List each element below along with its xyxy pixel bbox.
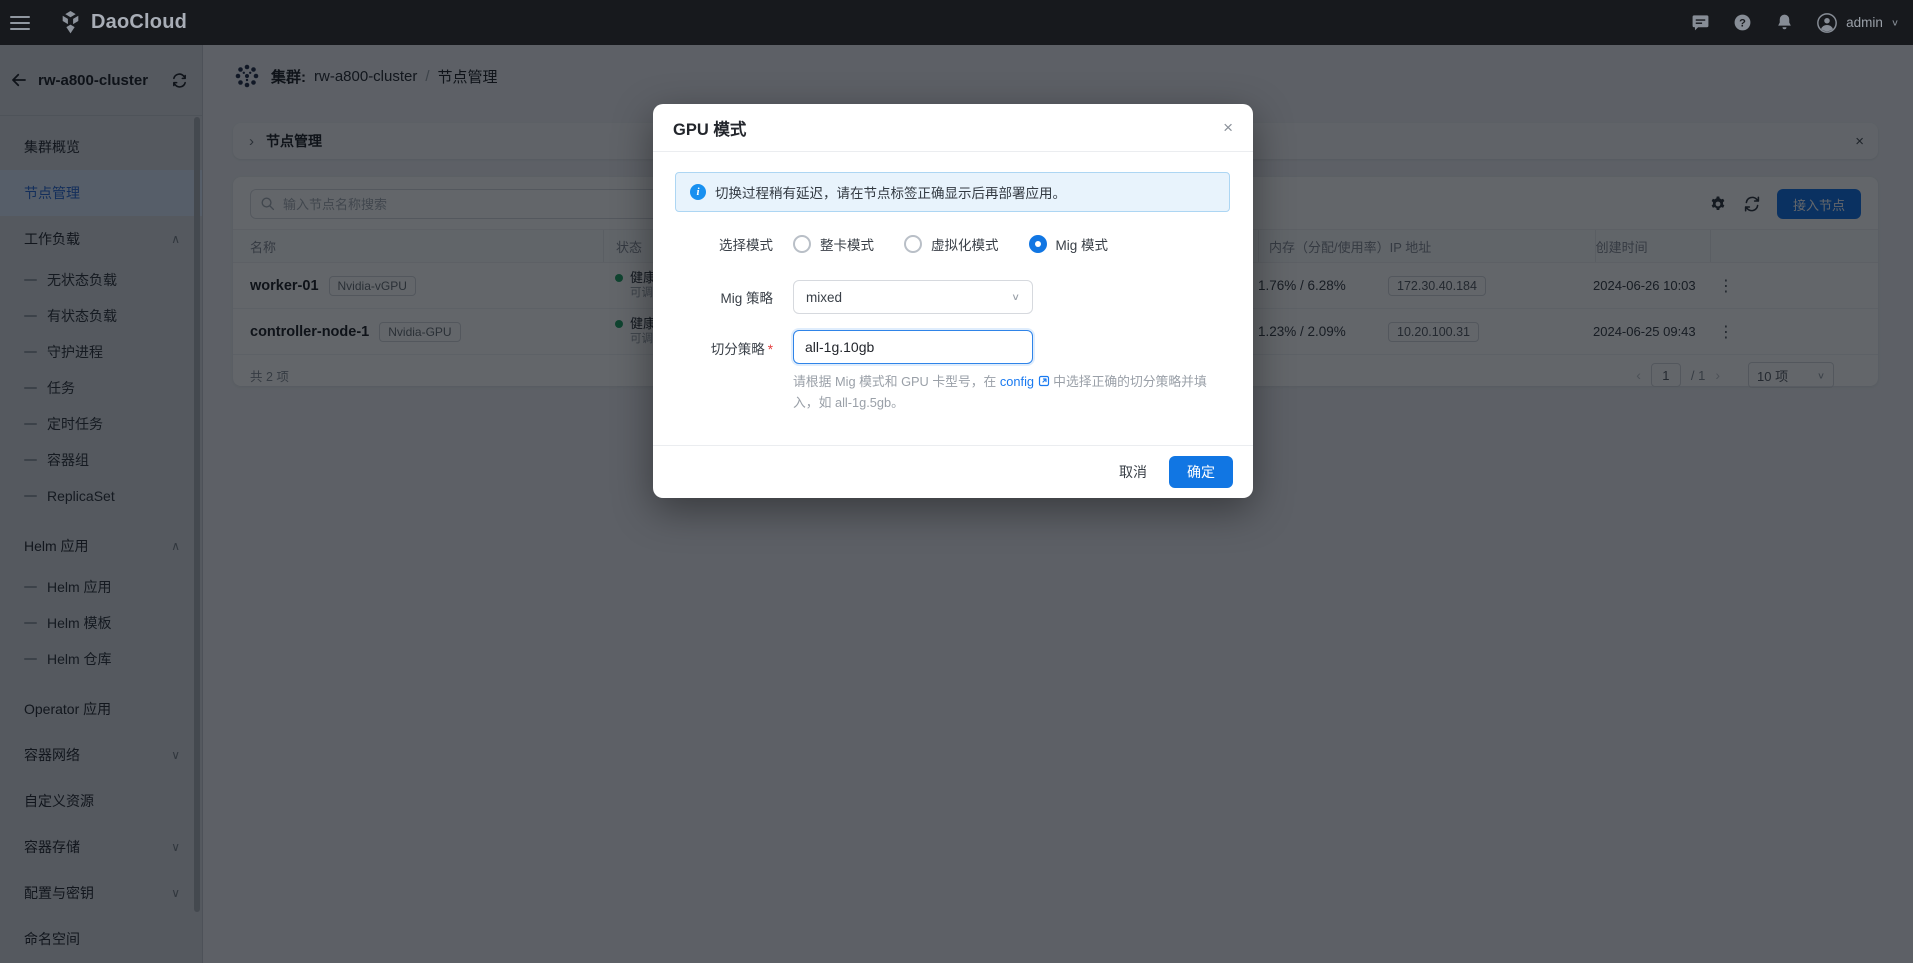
cancel-button[interactable]: 取消 bbox=[1119, 462, 1147, 482]
gpu-mode-modal: GPU 模式 × i 切换过程稍有延迟，请在节点标签正确显示后再部署应用。 选择… bbox=[653, 104, 1253, 498]
modal-close-icon[interactable]: × bbox=[1223, 118, 1233, 138]
modal-body: i 切换过程稍有延迟，请在节点标签正确显示后再部署应用。 选择模式 整卡模式 虚… bbox=[653, 152, 1253, 445]
feedback-icon[interactable] bbox=[1690, 13, 1710, 33]
mig-strategy-row: Mig 策略 mixed ∨ bbox=[653, 280, 1253, 314]
radio-mig-mode[interactable]: Mig 模式 bbox=[1029, 234, 1109, 254]
modal-title: GPU 模式 bbox=[673, 116, 746, 140]
partition-strategy-label: 切分策略* bbox=[653, 330, 793, 358]
mode-label: 选择模式 bbox=[653, 234, 793, 254]
notification-bell-icon[interactable] bbox=[1774, 13, 1794, 33]
app-root: DaoCloud ? admin ∨ bbox=[0, 0, 1913, 963]
user-menu[interactable]: admin ∨ bbox=[1816, 12, 1899, 34]
mig-strategy-label: Mig 策略 bbox=[653, 287, 793, 307]
user-caret-down-icon: ∨ bbox=[1891, 17, 1899, 27]
info-icon: i bbox=[690, 184, 706, 200]
brand: DaoCloud bbox=[58, 10, 187, 35]
partition-strategy-input[interactable] bbox=[793, 330, 1033, 364]
alert-text: 切换过程稍有延迟，请在节点标签正确显示后再部署应用。 bbox=[715, 182, 1066, 202]
modal-header: GPU 模式 × bbox=[653, 104, 1253, 152]
partition-strategy-row: 切分策略* 请根据 Mig 模式和 GPU 卡型号，在 config 中选择正确… bbox=[653, 330, 1253, 413]
modal-footer: 取消 确定 bbox=[653, 445, 1253, 498]
radio-full-card-mode[interactable]: 整卡模式 bbox=[793, 234, 874, 254]
avatar-icon bbox=[1816, 12, 1838, 34]
topbar-right: ? admin ∨ bbox=[1690, 12, 1913, 34]
hamburger-menu-icon[interactable] bbox=[10, 16, 30, 30]
config-link[interactable]: config bbox=[1000, 374, 1034, 389]
radio-virtualization-mode[interactable]: 虚拟化模式 bbox=[904, 234, 999, 254]
radio-icon bbox=[904, 235, 922, 253]
info-alert: i 切换过程稍有延迟，请在节点标签正确显示后再部署应用。 bbox=[675, 172, 1230, 212]
topbar: DaoCloud ? admin ∨ bbox=[0, 0, 1913, 45]
select-caret-down-icon: ∨ bbox=[1011, 291, 1020, 302]
required-asterisk: * bbox=[768, 342, 773, 357]
mode-radio-group: 整卡模式 虚拟化模式 Mig 模式 bbox=[793, 234, 1108, 254]
helper-text: 请根据 Mig 模式和 GPU 卡型号，在 config 中选择正确的切分策略并… bbox=[793, 372, 1213, 413]
svg-text:?: ? bbox=[1739, 17, 1746, 29]
mig-strategy-value: mixed bbox=[806, 290, 842, 305]
brand-name: DaoCloud bbox=[91, 11, 187, 34]
confirm-button[interactable]: 确定 bbox=[1169, 456, 1233, 488]
mode-row: 选择模式 整卡模式 虚拟化模式 Mig 模式 bbox=[653, 234, 1253, 254]
daocloud-logo-icon bbox=[58, 10, 83, 35]
mig-strategy-select[interactable]: mixed ∨ bbox=[793, 280, 1033, 314]
external-link-icon[interactable] bbox=[1038, 373, 1050, 393]
radio-checked-icon bbox=[1029, 235, 1047, 253]
help-icon[interactable]: ? bbox=[1732, 13, 1752, 33]
radio-icon bbox=[793, 235, 811, 253]
username: admin bbox=[1846, 15, 1883, 30]
